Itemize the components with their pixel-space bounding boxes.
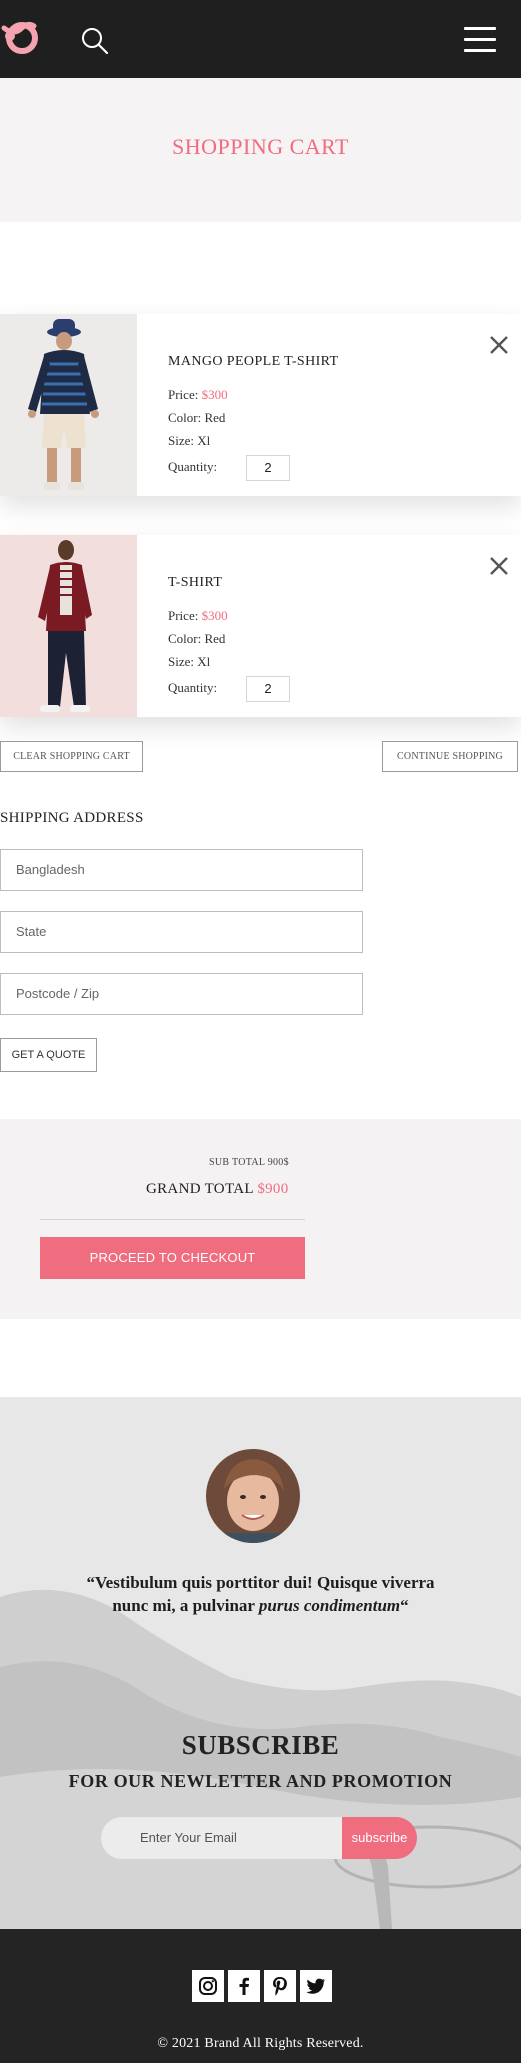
proceed-to-checkout-button[interactable]: PROCEED TO CHECKOUT — [40, 1237, 305, 1279]
brand-logo-icon[interactable] — [0, 14, 44, 58]
grand-total-label: GRAND TOTAL — [146, 1181, 254, 1197]
product-image[interactable] — [0, 314, 137, 496]
color-value: Red — [204, 410, 226, 425]
size-value: Xl — [197, 433, 211, 448]
quote-emphasis: purus condimentum — [258, 1596, 401, 1615]
postcode-field[interactable]: Postcode / Zip — [0, 973, 363, 1015]
quote-close: “ — [400, 1596, 409, 1615]
product-size: Size: Xl — [168, 433, 210, 449]
hamburger-menu-icon[interactable] — [464, 27, 496, 53]
color-value: Red — [204, 631, 226, 646]
cart-item: MANGO PEOPLE T-SHIRT Price: $300 Color: … — [0, 314, 521, 496]
size-value: Xl — [197, 654, 211, 669]
testimonial-quote: “Vestibulum quis porttitor dui! Quisque … — [80, 1571, 441, 1617]
instagram-icon[interactable] — [192, 1970, 224, 2002]
cart-item: T-SHIRT Price: $300 Color: Red Size: Xl … — [0, 535, 521, 717]
price-label: Price: — [168, 608, 199, 623]
product-name[interactable]: MANGO PEOPLE T-SHIRT — [168, 354, 339, 370]
order-totals: SUB TOTAL 900$ GRAND TOTAL $900 PROCEED … — [0, 1119, 521, 1319]
price-value: $300 — [201, 608, 228, 623]
color-label: Color: — [168, 631, 202, 646]
product-color: Color: Red — [168, 631, 225, 647]
quantity-input[interactable]: 2 — [246, 455, 290, 481]
size-label: Size: — [168, 654, 194, 669]
page-title: SHOPPING CART — [172, 134, 349, 159]
facebook-icon[interactable] — [228, 1970, 260, 2002]
quantity-input[interactable]: 2 — [246, 676, 290, 702]
subscribe-button[interactable]: subscribe — [342, 1817, 417, 1859]
copyright-text: © 2021 Brand All Rights Reserved. — [157, 2036, 364, 2051]
product-name[interactable]: T-SHIRT — [168, 575, 222, 591]
grand-total: GRAND TOTAL $900 — [146, 1181, 289, 1198]
customer-avatar — [206, 1449, 300, 1543]
price-label: Price: — [168, 387, 199, 402]
remove-item-icon[interactable] — [488, 555, 510, 577]
product-price: Price: $300 — [168, 608, 228, 624]
subscribe-title: SUBSCRIBE — [181, 1730, 340, 1760]
grand-total-value: $900 — [257, 1181, 289, 1197]
get-quote-button[interactable]: GET A QUOTE — [0, 1038, 97, 1072]
continue-shopping-button[interactable]: CONTINUE SHOPPING — [382, 741, 518, 772]
quantity-label: Quantity: — [168, 459, 218, 474]
pinterest-icon[interactable] — [264, 1970, 296, 2002]
testimonial-subscribe-section: “Vestibulum quis porttitor dui! Quisque … — [0, 1397, 521, 1929]
product-size: Size: Xl — [168, 654, 210, 670]
product-price: Price: $300 — [168, 387, 228, 403]
clear-cart-button[interactable]: CLEAR SHOPPING CART — [0, 741, 143, 772]
subtotal: SUB TOTAL 900$ — [209, 1157, 289, 1168]
subscribe-subtitle: FOR OUR NEWLETTER AND PROMOTION — [68, 1771, 453, 1791]
product-image[interactable] — [0, 535, 137, 717]
price-value: $300 — [201, 387, 228, 402]
page-banner: SHOPPING CART — [0, 78, 521, 222]
footer: © 2021 Brand All Rights Reserved. — [0, 1929, 521, 2063]
product-color: Color: Red — [168, 410, 225, 426]
divider — [40, 1219, 305, 1220]
shipping-address-title: SHIPPING ADDRESS — [0, 810, 144, 826]
email-input[interactable]: Enter Your Email — [101, 1817, 342, 1859]
top-navigation-bar — [0, 0, 521, 78]
size-label: Size: — [168, 433, 194, 448]
color-label: Color: — [168, 410, 202, 425]
quantity-label: Quantity: — [168, 680, 218, 695]
search-icon[interactable] — [80, 26, 110, 56]
state-field[interactable]: State — [0, 911, 363, 953]
remove-item-icon[interactable] — [488, 334, 510, 356]
twitter-icon[interactable] — [300, 1970, 332, 2002]
country-field[interactable]: Bangladesh — [0, 849, 363, 891]
